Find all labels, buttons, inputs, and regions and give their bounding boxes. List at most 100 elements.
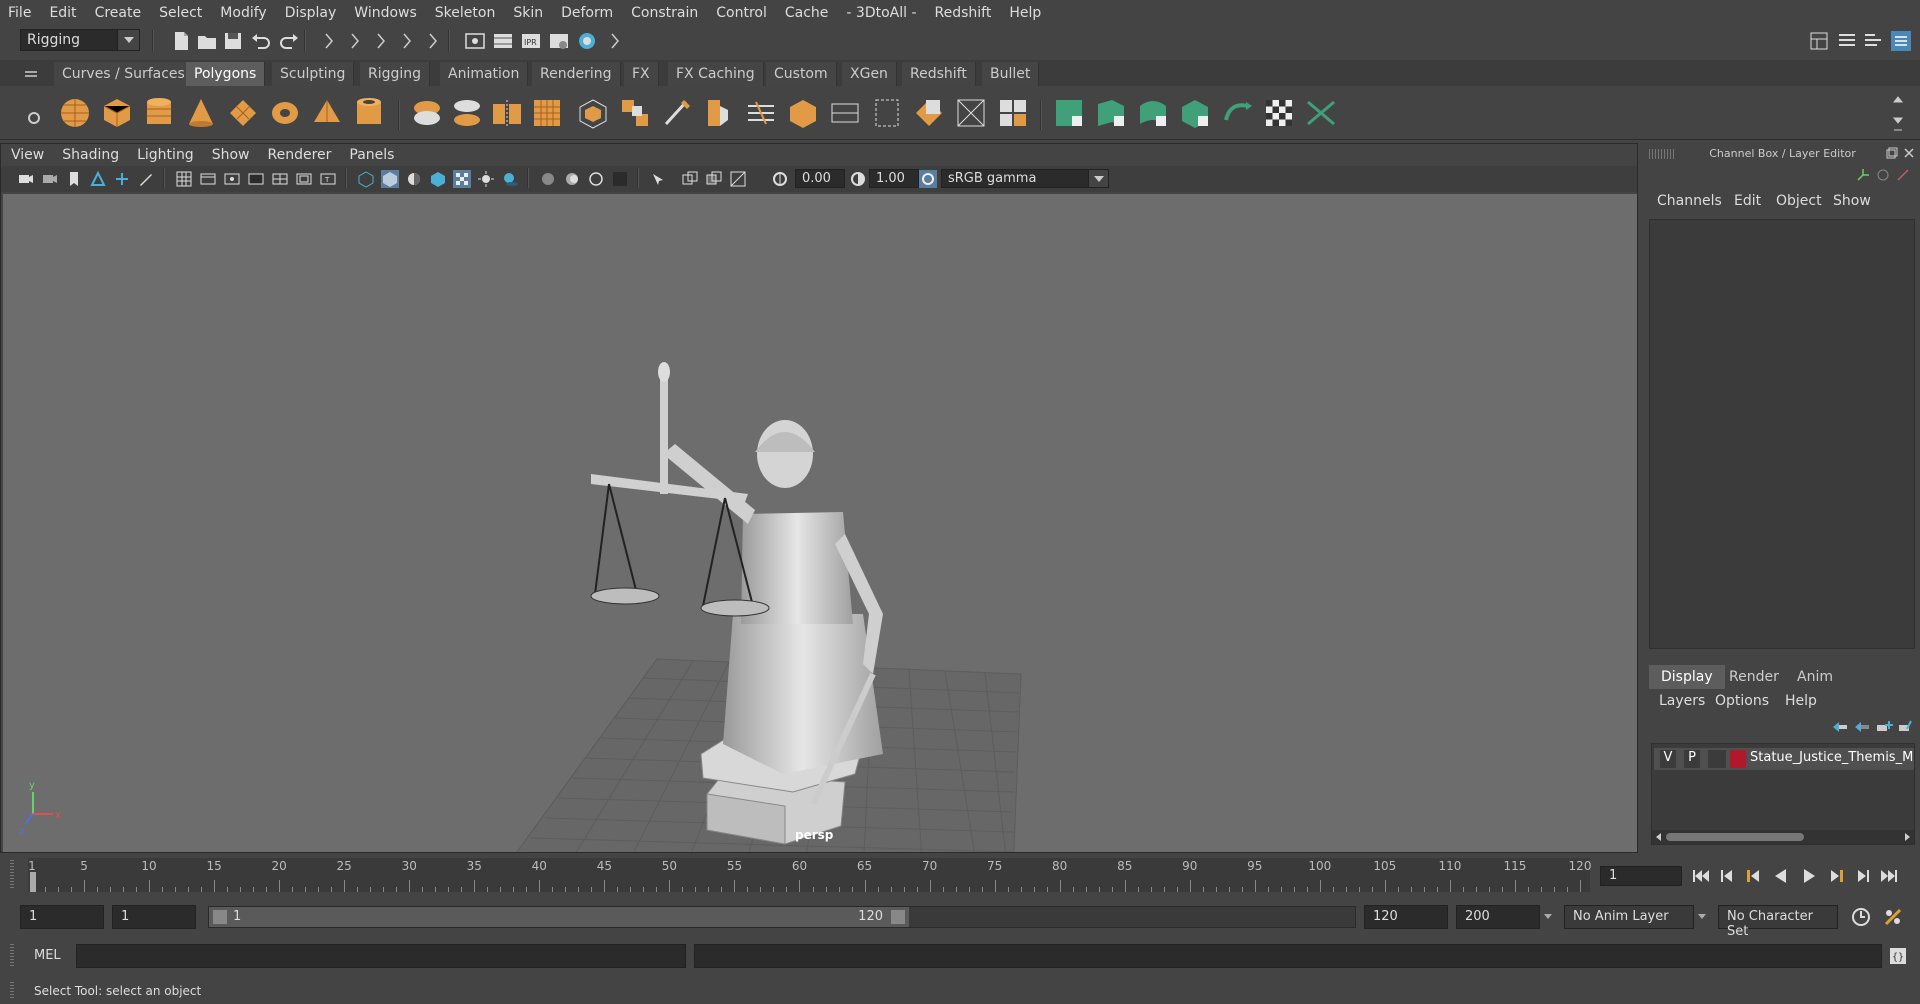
collapse-arrow-icon[interactable]: [344, 30, 366, 52]
smooth-icon[interactable]: [530, 96, 564, 130]
playback-end-field[interactable]: 120: [1364, 905, 1448, 929]
workspace-icon[interactable]: [1808, 30, 1830, 52]
tab-anim[interactable]: Anim: [1785, 665, 1845, 689]
default-material-icon[interactable]: [405, 170, 423, 188]
save-scene-icon[interactable]: [222, 30, 244, 52]
pan-zoom-icon[interactable]: [113, 170, 131, 188]
uv-shell-icon[interactable]: [1178, 96, 1212, 130]
film-gate-icon[interactable]: [199, 170, 217, 188]
target-weld-icon[interactable]: [786, 96, 820, 130]
character-set-dropdown[interactable]: No Character Set: [1718, 905, 1838, 939]
menu-skin[interactable]: Skin: [513, 5, 543, 21]
xray-icon[interactable]: [681, 170, 699, 188]
animation-end-field[interactable]: 200: [1456, 905, 1540, 929]
poly-pyramid-icon[interactable]: [310, 96, 344, 130]
xray-components-icon[interactable]: [729, 170, 747, 188]
sew-uv-icon[interactable]: [1052, 96, 1086, 130]
menu-display[interactable]: Display: [285, 5, 337, 21]
extrude-icon[interactable]: [576, 96, 610, 130]
play-backwards-icon[interactable]: [1770, 866, 1792, 886]
field-chart-icon[interactable]: [271, 170, 289, 188]
exposure-icon[interactable]: [771, 170, 789, 188]
auto-key-icon[interactable]: [1850, 906, 1872, 928]
combine-icon[interactable]: [410, 96, 444, 130]
current-time-indicator[interactable]: [30, 872, 36, 892]
bevel-icon[interactable]: [702, 96, 736, 130]
speed-icon[interactable]: [1875, 167, 1891, 183]
depth-of-field-icon[interactable]: [611, 170, 629, 188]
poly-torus-icon[interactable]: [268, 96, 302, 130]
tab-fx[interactable]: FX: [624, 62, 659, 86]
multicut-icon[interactable]: [660, 96, 694, 130]
redo-icon[interactable]: [278, 30, 300, 52]
gate-mask-icon[interactable]: [247, 170, 265, 188]
command-language-button[interactable]: MEL: [34, 948, 61, 963]
grease-pencil-icon[interactable]: [137, 170, 155, 188]
anti-aliasing-icon[interactable]: [587, 170, 605, 188]
screen-space-ao-icon[interactable]: [539, 170, 557, 188]
new-layer-icon[interactable]: [1875, 719, 1893, 735]
channel-box-icon[interactable]: [1890, 30, 1912, 52]
panel-grip[interactable]: [10, 860, 14, 890]
move-layer-down-icon[interactable]: [1853, 719, 1871, 735]
menu-edit[interactable]: Edit: [49, 5, 76, 21]
step-back-icon[interactable]: [1716, 866, 1738, 886]
grid-icon[interactable]: [175, 170, 193, 188]
open-scene-icon[interactable]: [196, 30, 218, 52]
step-forward-icon[interactable]: [1852, 866, 1874, 886]
fill-hole-icon[interactable]: [744, 96, 778, 130]
safe-action-icon[interactable]: [295, 170, 313, 188]
layer-row[interactable]: V P Statue_Justice_Themis_M: [1654, 748, 1914, 770]
3d-viewport[interactable]: y x z persp: [3, 194, 1637, 852]
image-plane-icon[interactable]: [89, 170, 107, 188]
viewport-menu-shading[interactable]: Shading: [62, 147, 119, 163]
merge-icon[interactable]: [828, 96, 862, 130]
viewport-menu-show[interactable]: Show: [212, 147, 250, 163]
tab-curves-surfaces[interactable]: Curves / Surfaces: [54, 62, 194, 86]
collapse-arrow-icon[interactable]: [604, 30, 626, 52]
unfold-icon[interactable]: [1094, 96, 1128, 130]
hypershade-icon[interactable]: [576, 30, 598, 52]
shelf-menu-icon[interactable]: [24, 68, 38, 80]
viewport-menu-renderer[interactable]: Renderer: [267, 147, 331, 163]
poly-pipe-icon[interactable]: [352, 96, 386, 130]
bridge-icon[interactable]: [618, 96, 652, 130]
tab-custom[interactable]: Custom: [766, 62, 837, 86]
menu-select[interactable]: Select: [159, 5, 202, 21]
chevron-down-icon[interactable]: [1544, 914, 1552, 919]
smooth-shade-icon[interactable]: [381, 170, 399, 188]
motion-blur-icon[interactable]: [563, 170, 581, 188]
collapse-arrow-icon[interactable]: [370, 30, 392, 52]
viewport-menu-lighting[interactable]: Lighting: [137, 147, 194, 163]
timeline-track[interactable]: 1 5 10 15 20 25 30 35 40 45 50 55 60 65 70 75 80 85 90 95 10…: [28, 858, 1591, 892]
menu-show[interactable]: Show: [1833, 193, 1871, 209]
symmetrize-uv-icon[interactable]: [1304, 96, 1338, 130]
close-icon[interactable]: [1903, 147, 1915, 159]
color-management-icon[interactable]: [919, 170, 937, 188]
cut-uv-icon[interactable]: [996, 96, 1030, 130]
uv-editor-icon[interactable]: [870, 96, 904, 130]
move-layer-up-icon[interactable]: [1831, 719, 1849, 735]
poly-cylinder-icon[interactable]: [142, 96, 176, 130]
new-layer-selected-icon[interactable]: [1897, 719, 1915, 735]
planar-uv-icon[interactable]: [912, 96, 946, 130]
tab-animation[interactable]: Animation: [440, 62, 529, 86]
xray-joints-icon[interactable]: [705, 170, 723, 188]
range-start-handle[interactable]: [213, 910, 227, 924]
tab-redshift[interactable]: Redshift: [902, 62, 976, 86]
use-all-lights-icon[interactable]: [477, 170, 495, 188]
render-frame-icon[interactable]: [492, 30, 514, 52]
tab-display[interactable]: Display: [1649, 665, 1725, 689]
gamma-field[interactable]: 1.00: [869, 169, 919, 188]
menu-layers[interactable]: Layers: [1659, 693, 1705, 709]
menu-redshift[interactable]: Redshift: [935, 5, 992, 21]
float-panel-icon[interactable]: [1886, 147, 1898, 159]
scroll-left-icon[interactable]: [1656, 833, 1661, 841]
poly-plane-icon[interactable]: [226, 96, 260, 130]
mirror-icon[interactable]: [490, 96, 524, 130]
tab-polygons[interactable]: Polygons: [186, 62, 266, 86]
range-end-handle[interactable]: [891, 910, 905, 924]
tab-xgen[interactable]: XGen: [842, 62, 897, 86]
resolution-gate-icon[interactable]: [223, 170, 241, 188]
safe-title-icon[interactable]: T: [319, 170, 337, 188]
